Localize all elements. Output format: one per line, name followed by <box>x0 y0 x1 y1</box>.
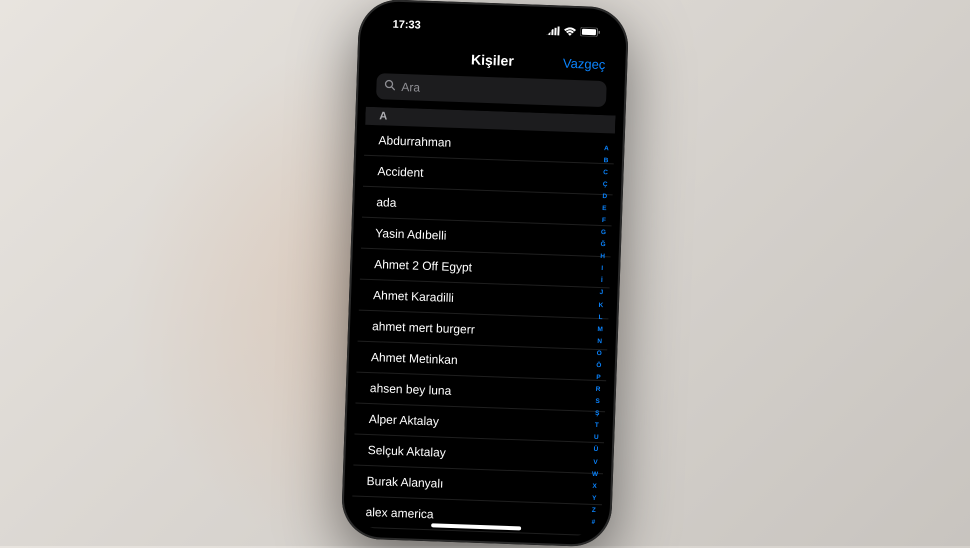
index-letter[interactable]: M <box>597 326 603 334</box>
index-letter[interactable]: C <box>603 169 608 177</box>
index-letter[interactable]: İ <box>601 278 603 286</box>
index-letter[interactable]: K <box>598 302 603 310</box>
page-title: Kişiler <box>471 51 514 68</box>
index-letter[interactable]: Z <box>592 507 596 515</box>
search-icon <box>384 77 396 95</box>
index-letter[interactable]: U <box>594 435 599 443</box>
index-letter[interactable]: Ş <box>595 411 600 419</box>
index-letter[interactable]: X <box>592 483 597 491</box>
index-letter[interactable]: L <box>598 314 602 322</box>
index-letter[interactable]: # <box>591 519 595 527</box>
index-letter[interactable]: P <box>596 374 601 382</box>
index-letter[interactable]: Ç <box>603 181 608 189</box>
index-letter[interactable]: H <box>600 254 605 262</box>
status-indicators <box>545 25 600 36</box>
wifi-icon <box>563 26 576 35</box>
index-letter[interactable]: D <box>602 193 607 201</box>
phone-screen: 17:33 Kişiler Vazgeç <box>351 9 619 537</box>
status-time: 17:33 <box>386 18 421 31</box>
search-placeholder: Ara <box>401 80 420 95</box>
index-letter[interactable]: F <box>602 218 606 226</box>
index-letter[interactable]: Ö <box>596 362 601 370</box>
index-letter[interactable]: J <box>599 290 603 298</box>
battery-icon <box>580 27 600 37</box>
cancel-button[interactable]: Vazgeç <box>563 55 606 71</box>
index-letter[interactable]: Ğ <box>600 242 605 250</box>
index-letter[interactable]: S <box>595 399 600 407</box>
index-letter[interactable]: G <box>601 230 606 238</box>
index-letter[interactable]: E <box>602 205 607 213</box>
index-letter[interactable]: T <box>595 423 599 431</box>
index-letter[interactable]: Y <box>592 495 597 503</box>
contacts-list[interactable]: A AbdurrahmanAccidentadaYasin AdıbelliAh… <box>351 107 616 537</box>
index-letter[interactable]: B <box>603 157 608 165</box>
index-letter[interactable]: I <box>601 266 603 274</box>
index-letter[interactable]: Ü <box>593 447 598 455</box>
index-letter[interactable]: O <box>597 350 602 358</box>
index-letter[interactable]: W <box>592 471 598 479</box>
index-letter[interactable]: R <box>595 386 600 394</box>
index-letter[interactable]: N <box>597 338 602 346</box>
index-letter[interactable]: A <box>604 145 609 153</box>
phone-notch <box>433 11 554 37</box>
phone-frame: 17:33 Kişiler Vazgeç <box>341 0 630 548</box>
index-letter[interactable]: V <box>593 459 598 467</box>
